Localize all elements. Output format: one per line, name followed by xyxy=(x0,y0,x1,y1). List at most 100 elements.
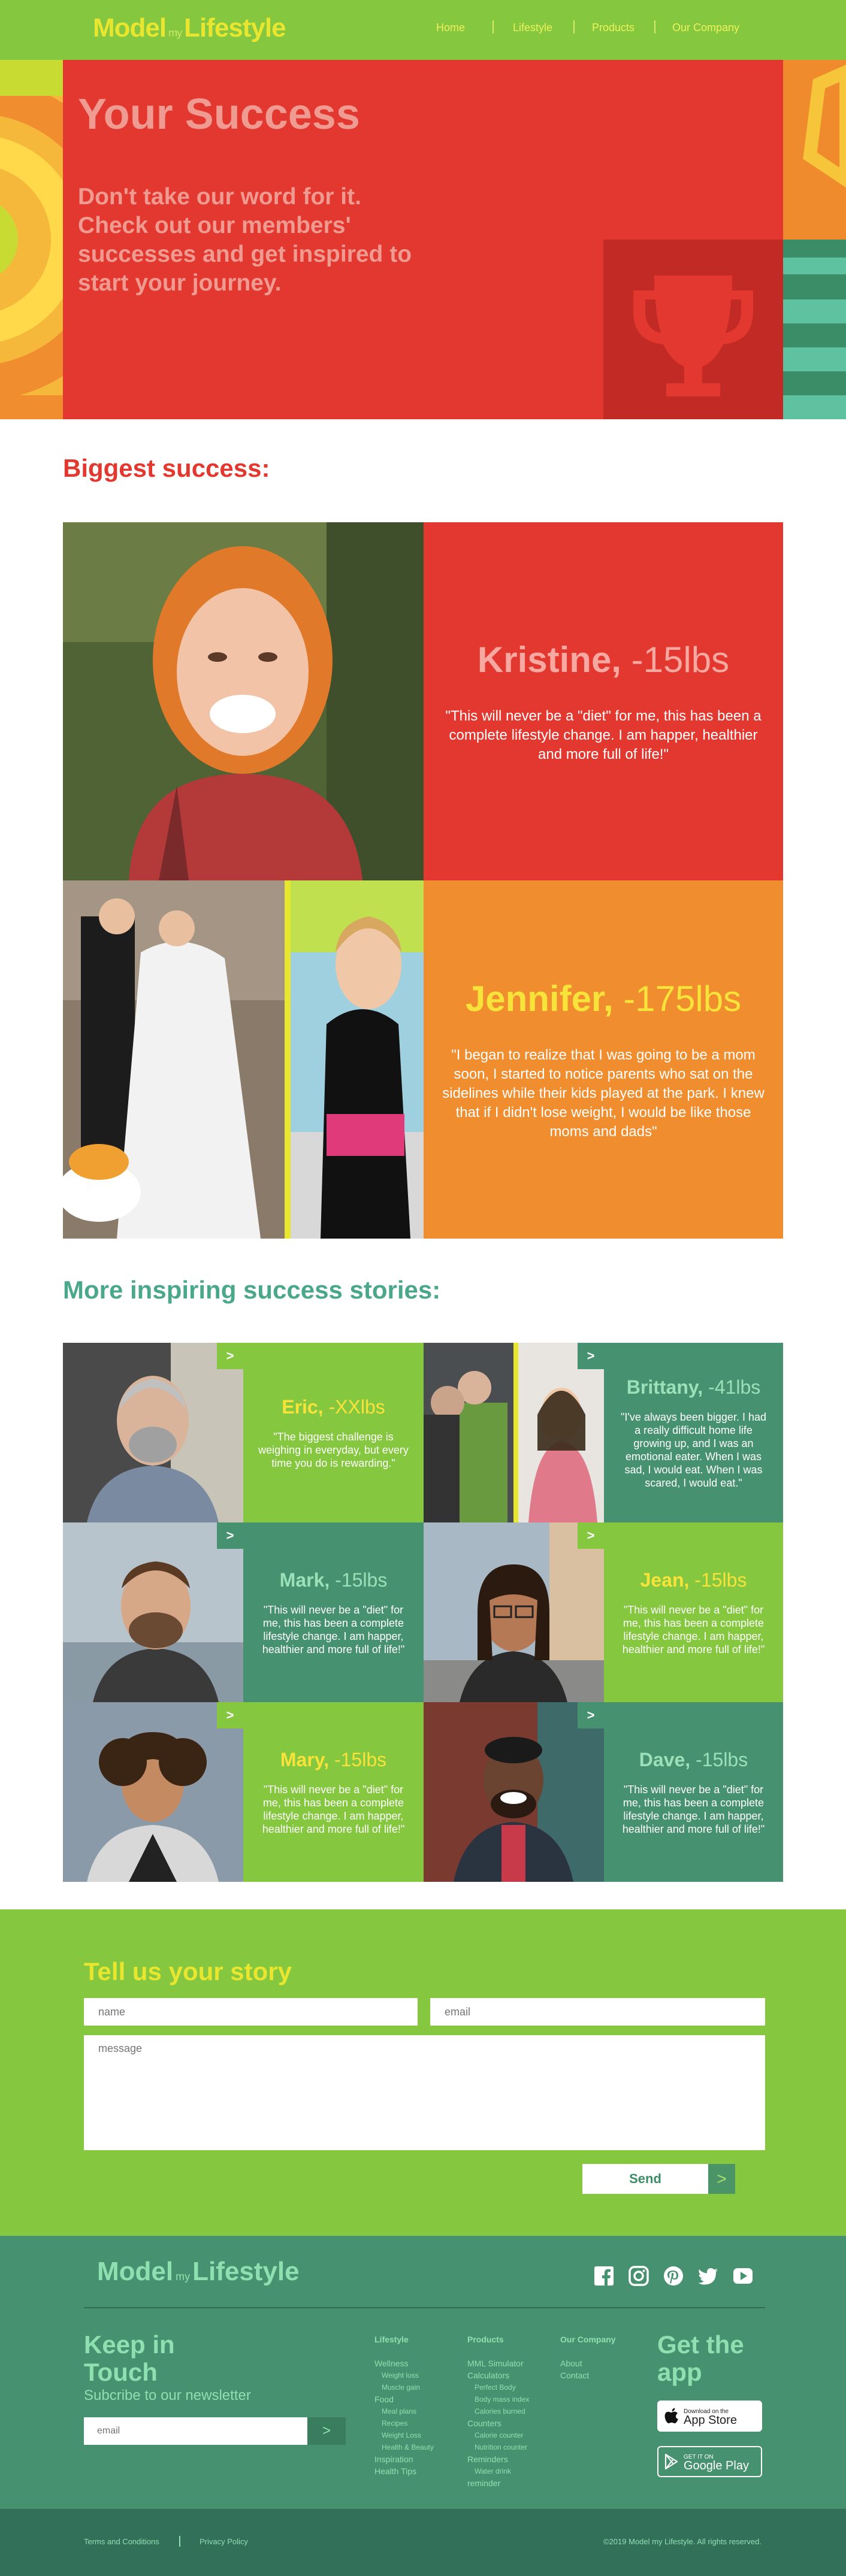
logo-lifestyle: Lifestyle xyxy=(184,13,286,43)
instagram-icon[interactable] xyxy=(628,2265,649,2287)
pinterest-icon[interactable] xyxy=(663,2265,684,2287)
footer-link[interactable]: Wellness xyxy=(374,2357,434,2369)
mary-photo xyxy=(63,1702,243,1882)
dave-story-panel: Dave, -15lbs "This will never be a "diet… xyxy=(604,1702,783,1882)
trophy-icon xyxy=(603,240,783,419)
google-play-big: Google Play xyxy=(684,2459,749,2472)
kristine-photo xyxy=(63,522,424,880)
footer-col-title: Our Company xyxy=(560,2335,616,2344)
footer-sublink[interactable]: Health & Beauty xyxy=(374,2441,434,2453)
site-logo[interactable]: Model myLifestyle xyxy=(93,13,286,43)
footer-sublink[interactable]: Water drink xyxy=(467,2465,529,2477)
footer-link-about[interactable]: About xyxy=(560,2357,616,2369)
footer-sublink[interactable]: Muscle gain xyxy=(374,2381,434,2393)
terms-link[interactable]: Terms and Conditions xyxy=(84,2537,159,2546)
jean-arrow-button[interactable]: > xyxy=(578,1522,604,1549)
newsletter-label: Subcribe to our newsletter xyxy=(84,2387,251,2404)
footer-col-lifestyle: Lifestyle Wellness Weight loss Muscle ga… xyxy=(374,2335,434,2477)
footer-sublink[interactable]: Perfect Body xyxy=(467,2381,529,2393)
footer-sublink[interactable]: Weight loss xyxy=(374,2369,434,2381)
email-input[interactable] xyxy=(430,1998,765,2026)
send-button[interactable]: Send > xyxy=(582,2164,735,2194)
nav-divider xyxy=(493,20,494,34)
eric-photo xyxy=(63,1343,243,1522)
footer-sublink[interactable]: Meal plans xyxy=(374,2405,434,2417)
jennifer-name: Jennifer, -175lbs xyxy=(465,978,742,1019)
google-play-button[interactable]: GET IT ON Google Play xyxy=(657,2446,762,2477)
mark-quote: "This will never be a "diet" for me, thi… xyxy=(262,1603,405,1655)
footer-link[interactable]: Inspiration xyxy=(374,2453,434,2465)
nav-divider xyxy=(573,20,575,34)
newsletter-email-input[interactable] xyxy=(84,2417,307,2445)
eric-story-panel: Eric, -XXlbs "The biggest challenge is w… xyxy=(243,1343,424,1522)
mary-quote: "This will never be a "diet" for me, thi… xyxy=(262,1783,405,1835)
footer-sublink[interactable]: Weight Loss xyxy=(374,2429,434,2441)
jean-quote: "This will never be a "diet" for me, thi… xyxy=(622,1603,765,1655)
mark-photo xyxy=(63,1522,243,1702)
more-stories-heading: More inspiring success stories: xyxy=(63,1276,441,1304)
brittany-arrow-button[interactable]: > xyxy=(578,1343,604,1369)
footer-link[interactable]: reminder xyxy=(467,2477,529,2489)
dave-name: Dave, -15lbs xyxy=(639,1748,748,1770)
nav-link-lifestyle[interactable]: Lifestyle xyxy=(513,22,552,34)
footer-link[interactable]: Health Tips xyxy=(374,2465,434,2477)
kristine-quote: "This will never be a "diet" for me, thi… xyxy=(445,707,762,762)
hero-title: Your Success xyxy=(78,90,360,138)
footer-sublink[interactable]: Calorie counter xyxy=(467,2429,529,2441)
mark-name: Mark, -15lbs xyxy=(279,1569,388,1591)
app-store-button[interactable]: Download on the App Store xyxy=(657,2401,762,2432)
brittany-photos xyxy=(424,1343,604,1522)
footer-sublink[interactable]: Body mass index xyxy=(467,2393,529,2405)
jennifer-story-panel: Jennifer, -175lbs "I began to realize th… xyxy=(424,880,783,1239)
mary-name: Mary, -15lbs xyxy=(280,1748,387,1770)
google-play-icon xyxy=(664,2454,678,2469)
footer-link-contact[interactable]: Contact xyxy=(560,2369,616,2381)
hero-left-decoration xyxy=(0,60,63,419)
nav-link-our-company[interactable]: Our Company xyxy=(672,22,739,34)
footer-col-title: Products xyxy=(467,2335,504,2344)
footer-sublink[interactable]: Nutrition counter xyxy=(467,2441,529,2453)
footer-link[interactable]: Counters xyxy=(467,2417,529,2429)
eric-name: Eric, -XXlbs xyxy=(282,1396,385,1418)
send-arrow-icon: > xyxy=(708,2164,735,2194)
kristine-name: Kristine, -15lbs xyxy=(477,639,730,680)
get-app-heading: Get the app xyxy=(657,2330,744,2386)
mary-story-panel: Mary, -15lbs "This will never be a "diet… xyxy=(243,1702,424,1882)
privacy-link[interactable]: Privacy Policy xyxy=(200,2537,248,2546)
nav-link-products[interactable]: Products xyxy=(592,22,634,34)
dave-photo xyxy=(424,1702,604,1882)
footer-sublink[interactable]: Calories burned xyxy=(467,2405,529,2417)
jennifer-photos xyxy=(63,880,424,1239)
footer-bottom-divider xyxy=(179,2536,180,2547)
jean-photo xyxy=(424,1522,604,1702)
name-input[interactable] xyxy=(84,1998,418,2026)
youtube-icon[interactable] xyxy=(732,2265,754,2287)
dave-arrow-button[interactable]: > xyxy=(578,1702,604,1729)
footer-logo[interactable]: Model myLifestyle xyxy=(97,2257,300,2287)
keep-in-touch-heading: Keep in Touch xyxy=(84,2330,175,2386)
footer-sublink[interactable]: Recipes xyxy=(374,2417,434,2429)
facebook-icon[interactable] xyxy=(593,2265,615,2287)
footer-col-title: Lifestyle xyxy=(374,2335,409,2344)
eric-arrow-button[interactable]: > xyxy=(217,1343,243,1369)
footer-col-products: Products MML Simulator Calculators Perfe… xyxy=(467,2335,529,2489)
mary-arrow-button[interactable]: > xyxy=(217,1702,243,1729)
twitter-icon[interactable] xyxy=(697,2265,719,2287)
form-heading: Tell us your story xyxy=(84,1957,292,1985)
nav-link-home[interactable]: Home xyxy=(436,22,465,34)
apple-icon xyxy=(664,2408,678,2423)
nav-divider xyxy=(654,20,655,34)
message-input[interactable] xyxy=(84,2035,765,2150)
brittany-story-panel: Brittany, -41lbs "I've always been bigge… xyxy=(604,1343,783,1522)
jean-story-panel: Jean, -15lbs "This will never be a "diet… xyxy=(604,1522,783,1702)
footer-link[interactable]: Food xyxy=(374,2393,434,2405)
mark-arrow-button[interactable]: > xyxy=(217,1522,243,1549)
dave-quote: "This will never be a "diet" for me, thi… xyxy=(622,1783,765,1835)
footer-col-company: Our Company About Contact xyxy=(560,2335,616,2381)
footer-link[interactable]: Calculators xyxy=(467,2369,529,2381)
hero-subtitle: Don't take our word for it. Check out ou… xyxy=(78,184,412,296)
newsletter-submit-button[interactable]: > xyxy=(307,2417,346,2445)
footer-link[interactable]: MML Simulator xyxy=(467,2357,529,2369)
footer-link[interactable]: Reminders xyxy=(467,2453,529,2465)
footer-divider xyxy=(84,2307,765,2308)
